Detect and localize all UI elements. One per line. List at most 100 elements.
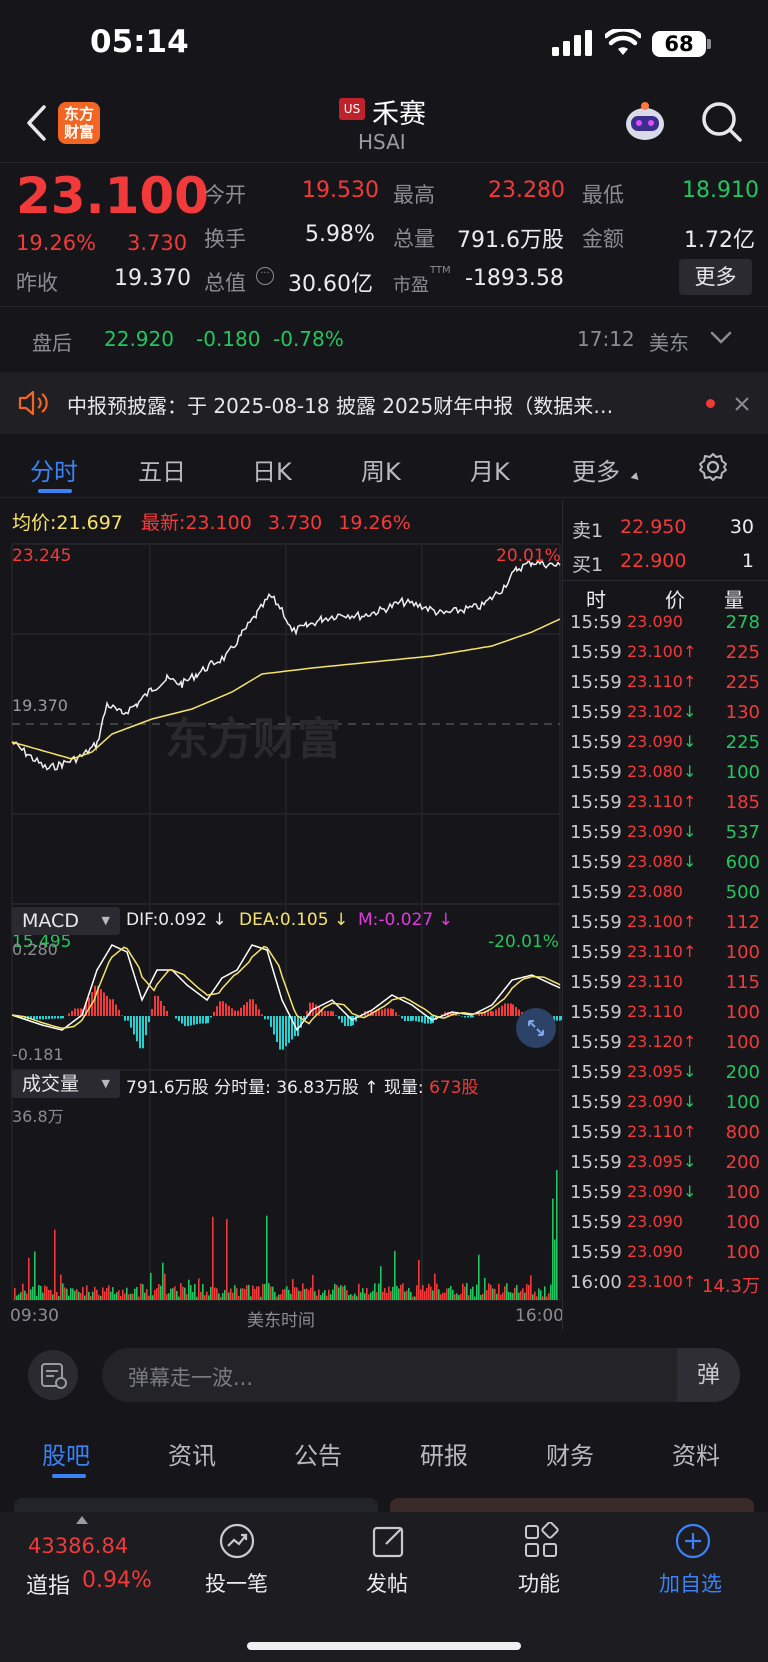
mcap-info-icon[interactable]: ··· [256, 267, 274, 285]
volume-bar [424, 1291, 426, 1300]
volume-bar [294, 1287, 296, 1300]
volume-indicator-select[interactable]: 成交量 ▼ [12, 1070, 120, 1098]
volume-bar [286, 1286, 288, 1300]
volume-bar [368, 1294, 370, 1300]
volume-bar [334, 1283, 336, 1300]
expand-up-icon[interactable] [76, 1516, 88, 1524]
tab-research[interactable]: 研报 [420, 1436, 468, 1471]
macd-bar [121, 1015, 123, 1016]
volume-bar [254, 1288, 256, 1300]
invest-button[interactable]: 投一笔 [205, 1568, 268, 1598]
volume-bar [480, 1294, 482, 1300]
volume-bar [302, 1283, 304, 1300]
macd-bar [115, 1004, 117, 1016]
ask-label: 卖1 [572, 520, 604, 542]
volume-bar [528, 1285, 530, 1300]
trade-price-value: 23.080 [627, 762, 683, 781]
macd-bar [136, 1016, 138, 1042]
robot-assistant-icon[interactable] [622, 100, 668, 144]
search-icon[interactable] [700, 100, 744, 144]
macd-bar [178, 1016, 180, 1022]
trade-volume: 100 [725, 762, 760, 783]
macd-bar [464, 1016, 466, 1018]
volume-bar [258, 1286, 260, 1300]
volume-bar [18, 1294, 20, 1300]
volume-bar [22, 1283, 24, 1300]
volume-bar [234, 1285, 236, 1300]
macd-bar [139, 1016, 141, 1049]
volume-bar [172, 1288, 174, 1300]
macd-bar [77, 1008, 79, 1016]
index-value[interactable]: 43386.84 [28, 1534, 128, 1558]
trade-row: 15:59 23.110↑ 225 [570, 672, 760, 702]
volume-bar [148, 1295, 150, 1300]
macd-bar [202, 1016, 204, 1024]
trade-row: 15:59 23.090↓ 100 [570, 1182, 760, 1212]
more-button[interactable]: 更多 [679, 259, 752, 295]
add-watchlist-button[interactable]: 加自选 [659, 1568, 722, 1598]
macd-indicator-select[interactable]: MACD ▼ [12, 907, 120, 935]
tab-guba[interactable]: 股吧 [42, 1436, 90, 1471]
post-button[interactable]: 发帖 [366, 1568, 408, 1598]
volume-bar [16, 1295, 18, 1300]
danmu-settings-button[interactable] [28, 1350, 78, 1400]
trade-price: 23.110↑ [627, 792, 696, 811]
trades-header-price: 价 [665, 588, 685, 612]
volume-bar [430, 1286, 432, 1300]
post-edit-icon [372, 1526, 404, 1558]
trade-price: 23.100↑ [627, 912, 696, 931]
danmu-input[interactable]: 弹幕走一波... 弹 [102, 1348, 740, 1402]
macd-bar [145, 1016, 147, 1036]
market-badge: US [339, 98, 365, 120]
trade-direction-arrow: ↓ [682, 852, 697, 871]
back-icon[interactable] [24, 104, 48, 142]
tab-five-day[interactable]: 五日 [138, 452, 186, 487]
fullscreen-button[interactable] [516, 1008, 556, 1048]
trade-price-value: 23.110 [627, 1122, 683, 1141]
volume-bar [434, 1273, 436, 1300]
volume-bar [152, 1295, 154, 1300]
trade-time: 15:59 [570, 732, 622, 753]
settings-gear-icon[interactable] [698, 452, 728, 482]
battery-icon: 68 [652, 31, 706, 57]
after-hours-bar[interactable]: 盘后 22.920 -0.180 -0.78% 17:12 美东 [0, 306, 768, 370]
tab-daily-k[interactable]: 日K [252, 452, 292, 487]
volume-bar [78, 1291, 80, 1300]
functions-button[interactable]: 功能 [518, 1568, 560, 1598]
volume-bar [360, 1292, 362, 1300]
app-logo[interactable]: 东方财富 [58, 102, 100, 144]
volume-bar [210, 1286, 212, 1300]
volume-bar [518, 1292, 520, 1300]
macd-bar [39, 1016, 41, 1020]
tab-intraday[interactable]: 分时 [30, 452, 78, 487]
tab-more[interactable]: 更多 [572, 452, 620, 487]
volume-bar [332, 1289, 334, 1300]
tab-profile[interactable]: 资料 [672, 1436, 720, 1471]
volume-bar [168, 1293, 170, 1300]
intraday-chart-area[interactable]: 均价:21.697 最新:23.100 3.730 19.26% 东方财富 23… [0, 500, 768, 1331]
chevron-down-icon[interactable] [710, 331, 732, 345]
notice-bar[interactable]: 中报预披露：于 2025-08-18 披露 2025财年中报（数据来… [0, 372, 768, 434]
macd-bar [344, 1016, 346, 1027]
tab-news[interactable]: 资讯 [168, 1436, 216, 1471]
trade-direction-arrow: ↓ [682, 1152, 697, 1171]
speaker-icon [18, 390, 48, 416]
danmu-toggle-button[interactable]: 弹 [677, 1348, 740, 1402]
trade-time: 15:59 [570, 702, 622, 723]
volume-bar [68, 1295, 70, 1300]
macd-bar [297, 1016, 299, 1037]
volume-bar [224, 1290, 226, 1300]
volume-bar [476, 1284, 478, 1300]
tab-monthly-k[interactable]: 月K [470, 452, 510, 487]
trade-price: 23.090 [627, 1242, 683, 1261]
volume-bar [134, 1288, 136, 1300]
tab-announcements[interactable]: 公告 [294, 1436, 342, 1471]
close-icon[interactable] [734, 396, 750, 412]
volume-bar [136, 1287, 138, 1300]
volume-bar [52, 1294, 54, 1300]
volume-bar [464, 1286, 466, 1300]
macd-bar [279, 1016, 281, 1050]
tab-weekly-k[interactable]: 周K [361, 452, 401, 487]
tab-finance[interactable]: 财务 [546, 1436, 594, 1471]
macd-bar [470, 1016, 472, 1018]
